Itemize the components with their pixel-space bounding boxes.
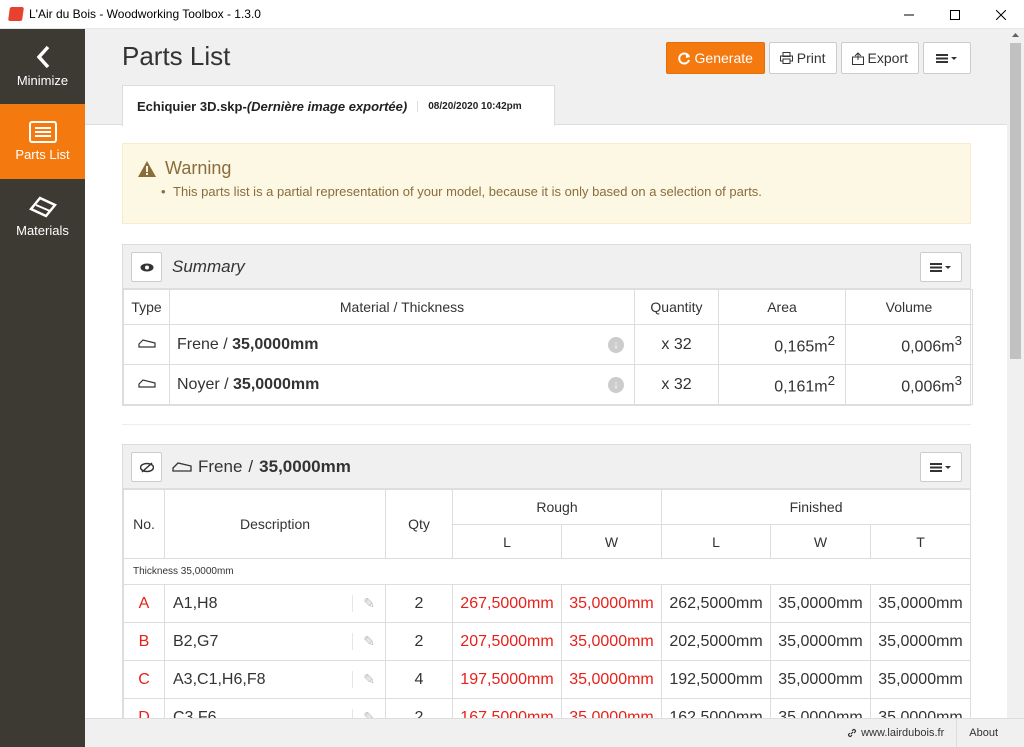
print-button[interactable]: Print: [768, 42, 837, 74]
file-tab[interactable]: Echiquier 3D.skp - (Dernière image expor…: [122, 85, 555, 126]
export-button[interactable]: Export: [840, 42, 919, 74]
close-icon: [996, 9, 1006, 20]
column-header: Material / Thickness: [169, 289, 635, 325]
summary-table: Type Material / Thickness Quantity Area …: [123, 289, 973, 405]
hamburger-caret-icon: [930, 463, 951, 472]
sidebar-item-minimize[interactable]: Minimize: [0, 29, 85, 104]
page-header: Parts List Generate Print Export Echiqui…: [85, 29, 1007, 126]
column-header: Description: [164, 489, 386, 559]
eye-slash-icon: [139, 461, 154, 473]
table-row[interactable]: Noyer / 35,0000mm ↓ x 32 0,161m2 0,006m3: [123, 364, 973, 405]
edit-pencil-icon[interactable]: ✎: [352, 671, 375, 688]
materials-icon: [28, 196, 57, 218]
group-menu-button[interactable]: [920, 452, 962, 482]
download-icon[interactable]: ↓: [608, 337, 624, 353]
board-icon: [137, 378, 156, 388]
table-row[interactable]: D C3,F6 ✎ 2 167,5000mm 35,0000mm 162,5000…: [123, 698, 972, 718]
material-group-panel: Frene / 35,0000mm No. Description Qty Ro…: [122, 444, 972, 718]
print-icon: [779, 52, 793, 64]
summary-panel: Summary Type Material / Thickness Quanti…: [122, 244, 973, 406]
board-icon: [137, 338, 156, 348]
parts-table: No. Description Qty Rough Finished L W L…: [122, 489, 972, 718]
table-row[interactable]: Frene / 35,0000mm ↓ x 32 0,165m2 0,006m3: [123, 324, 973, 365]
column-header: Area: [718, 289, 846, 325]
generate-button[interactable]: Generate: [665, 42, 765, 74]
website-link[interactable]: www.lairdubois.fr: [835, 727, 956, 739]
sidebar-item-parts-list[interactable]: Parts List: [0, 104, 85, 179]
table-row[interactable]: C A3,C1,H6,F8 ✎ 4 197,5000mm 35,0000mm 19…: [123, 660, 972, 699]
hamburger-caret-icon: [936, 54, 957, 63]
column-header: Finished: [661, 489, 972, 525]
warning-icon: [138, 160, 156, 177]
column-header: Type: [123, 289, 170, 325]
toggle-visibility-button[interactable]: [131, 252, 162, 282]
status-bar: www.lairdubois.fr About: [85, 718, 1024, 747]
page-title: Parts List: [122, 41, 231, 71]
warning-title: Warning: [165, 158, 232, 178]
app-logo-icon: [8, 7, 24, 21]
eye-icon: [140, 263, 153, 271]
sidebar: Minimize Parts List Materials: [0, 29, 85, 747]
export-icon: [851, 51, 864, 65]
edit-pencil-icon[interactable]: ✎: [352, 595, 375, 612]
toolbar: Generate Print Export: [665, 42, 971, 74]
toggle-visibility-button[interactable]: [131, 452, 162, 482]
scroll-up-arrow-icon[interactable]: [1007, 29, 1024, 41]
window-title: L'Air du Bois - Woodworking Toolbox - 1.…: [29, 7, 261, 21]
maximize-icon: [950, 9, 960, 20]
divider: [122, 424, 971, 425]
more-menu-button[interactable]: [923, 42, 971, 74]
sidebar-item-label: Materials: [16, 223, 69, 238]
main-content: Parts List Generate Print Export Echiqui…: [85, 29, 1007, 718]
hamburger-caret-icon: [930, 263, 951, 272]
chevron-left-icon: [36, 45, 49, 69]
scrollbar-thumb[interactable]: [1010, 43, 1021, 359]
sidebar-item-label: Minimize: [16, 73, 69, 88]
warning-alert: Warning This parts list is a partial rep…: [122, 143, 971, 224]
refresh-icon: [677, 52, 690, 64]
table-row[interactable]: A A1,H8 ✎ 2 267,5000mm 35,0000mm 262,5000…: [123, 584, 972, 623]
sidebar-item-materials[interactable]: Materials: [0, 179, 85, 254]
maximize-window-button[interactable]: [932, 0, 978, 29]
board-icon: [172, 461, 192, 472]
sidebar-item-label: Parts List: [15, 147, 70, 162]
minimize-icon: [904, 14, 914, 15]
column-header: Volume: [845, 289, 973, 325]
list-icon: [28, 121, 57, 143]
minimize-window-button[interactable]: [886, 0, 932, 29]
title-bar: L'Air du Bois - Woodworking Toolbox - 1.…: [0, 0, 1024, 29]
link-icon: [848, 728, 857, 738]
summary-title: Summary: [172, 257, 245, 276]
edit-pencil-icon[interactable]: ✎: [352, 633, 375, 650]
table-row[interactable]: B B2,G7 ✎ 2 207,5000mm 35,0000mm 202,5000…: [123, 622, 972, 661]
column-header: Quantity: [634, 289, 719, 325]
close-window-button[interactable]: [978, 0, 1024, 29]
column-header: No.: [123, 489, 165, 559]
thickness-section-label: Thickness 35,0000mm: [122, 558, 972, 585]
summary-menu-button[interactable]: [920, 252, 962, 282]
edit-pencil-icon[interactable]: ✎: [352, 709, 375, 718]
vertical-scrollbar[interactable]: [1007, 29, 1024, 718]
warning-text: This parts list is a partial representat…: [161, 184, 762, 199]
export-date: 08/20/2020 10:42pm: [417, 100, 522, 112]
about-link[interactable]: About: [956, 718, 1024, 747]
download-icon[interactable]: ↓: [608, 377, 624, 393]
column-header: Rough: [451, 489, 663, 525]
column-header: Qty: [385, 489, 453, 559]
